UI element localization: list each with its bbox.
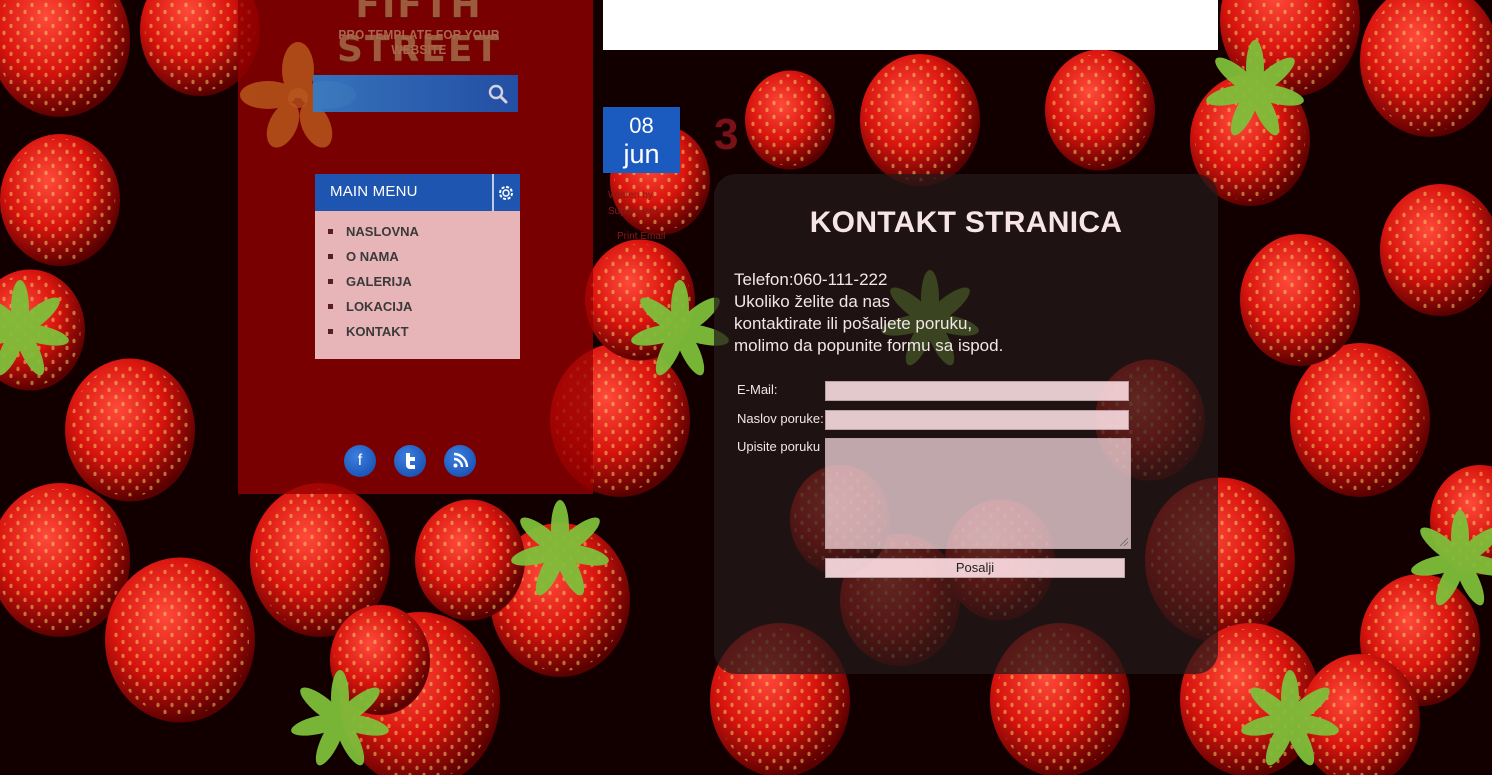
intro-line: Telefon:060-111-222 — [734, 270, 888, 289]
search-box — [313, 75, 518, 112]
subject-field[interactable] — [825, 410, 1129, 430]
date-month: jun — [623, 139, 660, 169]
article-date-badge: 08 jun — [603, 107, 680, 173]
facebook-glyph: f — [357, 452, 363, 469]
menu-bullet-icon — [328, 229, 333, 234]
menu-item-galerija[interactable]: GALERIJA — [315, 269, 520, 294]
gear-icon[interactable] — [498, 185, 514, 201]
submit-button[interactable]: Posalji — [825, 558, 1125, 578]
menu-item-label: O NAMA — [346, 249, 399, 264]
main-menu-header: MAIN MENU — [315, 174, 520, 211]
contact-intro: Telefon:060-111-222 Ukoliko želite da na… — [734, 269, 1034, 357]
rss-icon[interactable] — [444, 445, 476, 477]
intro-line: Ukoliko želite da nas — [734, 292, 890, 311]
menu-item-label: NASLOVNA — [346, 224, 419, 239]
header-banner — [603, 0, 1218, 50]
menu-item-lokacija[interactable]: LOKACIJA — [315, 294, 520, 319]
menu-header-divider — [492, 174, 494, 211]
article-author: Written by Super User — [608, 188, 659, 220]
menu-bullet-icon — [328, 329, 333, 334]
rss-glyph-icon — [453, 452, 469, 468]
page-title: KONTAKT STRANICA — [809, 206, 1123, 239]
resize-grip-icon[interactable] — [1120, 538, 1128, 546]
menu-item-o-nama[interactable]: O NAMA — [315, 244, 520, 269]
contact-panel: KONTAKT STRANICA Telefon:060-111-222 Uko… — [714, 174, 1218, 674]
menu-item-label: GALERIJA — [346, 274, 412, 289]
article-hits-number: 3 — [714, 110, 739, 159]
intro-line: molimo da popunite formu sa ispod. — [734, 336, 1004, 355]
twitter-icon[interactable] — [394, 445, 426, 477]
date-day: 08 — [629, 113, 654, 138]
menu-item-naslovna[interactable]: NASLOVNA — [315, 219, 520, 244]
site-logo-subtitle: PRO TEMPLATE FOR YOUR WEBSITE — [338, 27, 500, 57]
menu-item-label: LOKACIJA — [346, 299, 413, 314]
menu-item-kontakt[interactable]: KONTAKT — [315, 319, 520, 344]
menu-bullet-icon — [328, 254, 333, 259]
message-textarea[interactable] — [825, 438, 1131, 549]
menu-bullet-icon — [328, 304, 333, 309]
written-by-label: Written by — [608, 190, 653, 201]
message-label: Upisite poruku — [737, 439, 821, 454]
email-label: E-Mail: — [737, 382, 778, 397]
search-input[interactable] — [313, 75, 473, 112]
main-menu-title: MAIN MENU — [330, 183, 418, 200]
twitter-glyph-icon — [406, 453, 415, 469]
menu-item-label: KONTAKT — [346, 324, 409, 339]
menu-bullet-icon — [328, 279, 333, 284]
email-field[interactable] — [825, 381, 1129, 401]
facebook-icon[interactable]: f — [344, 445, 376, 477]
intro-line: kontaktirate ili pošaljete poruku, — [734, 314, 973, 333]
article-actions[interactable]: Print Email — [617, 231, 665, 242]
sidebar: FIFTH STREET PRO TEMPLATE FOR YOUR WEBSI… — [238, 0, 593, 494]
author-name: Super User — [608, 206, 659, 217]
subject-label: Naslov poruke: — [737, 411, 824, 426]
main-menu: NASLOVNA O NAMA GALERIJA LOKACIJA KONTAK… — [315, 211, 520, 359]
search-icon[interactable] — [488, 84, 508, 104]
